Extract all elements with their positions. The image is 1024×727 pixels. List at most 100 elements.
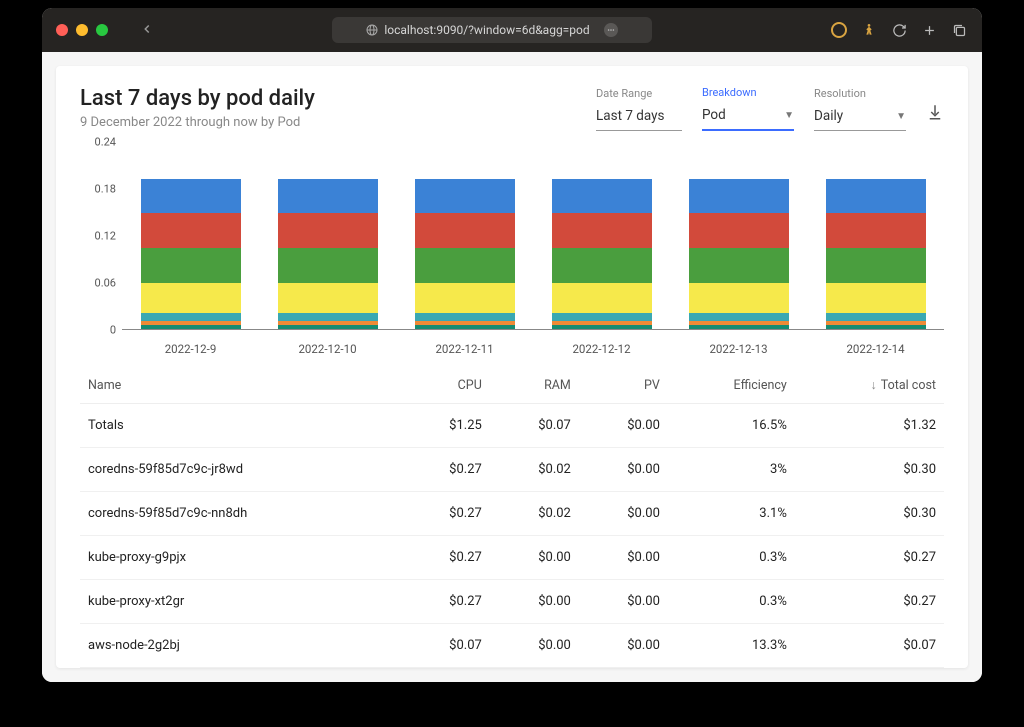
cost-chart: 00.060.120.180.24 (80, 153, 944, 330)
cell-total: $0.27 (795, 536, 944, 580)
bar-slot (679, 165, 798, 329)
bar-segment (689, 313, 789, 321)
y-tick: 0.06 (95, 277, 116, 290)
table-row[interactable]: coredns-59f85d7c9c-jr8wd$0.27$0.02$0.003… (80, 448, 944, 492)
cell-name: Totals (80, 404, 401, 448)
download-button[interactable] (926, 103, 944, 131)
y-axis: 00.060.120.180.24 (80, 153, 122, 330)
table-row[interactable]: Totals$1.25$0.07$0.0016.5%$1.32 (80, 404, 944, 448)
cell-name: kube-proxy-xt2gr (80, 580, 401, 624)
reader-icon[interactable] (604, 23, 618, 37)
close-window-button[interactable] (56, 24, 68, 36)
y-tick: 0.24 (95, 136, 116, 149)
extension-coin-icon[interactable] (830, 21, 848, 39)
bar-slot (268, 165, 387, 329)
bar-segment (689, 213, 789, 249)
url-bar[interactable]: localhost:9090/?window=6d&agg=pod (332, 17, 652, 43)
bar-segment (689, 325, 789, 329)
x-tick-label: 2022-12-14 (816, 342, 935, 356)
bar-segment (415, 213, 515, 249)
cell-cpu: $0.27 (401, 448, 490, 492)
bar-segment (141, 283, 241, 313)
x-tick-label: 2022-12-12 (542, 342, 661, 356)
resolution-select[interactable]: Resolution Daily▼ (814, 87, 906, 131)
minimize-window-button[interactable] (76, 24, 88, 36)
bar-segment (278, 325, 378, 329)
controls: Date Range Last 7 days Breakdown Pod▼ Re… (596, 86, 944, 131)
bar-segment (552, 313, 652, 321)
bar-segment (826, 283, 926, 313)
cell-cpu: $0.27 (401, 492, 490, 536)
bar-segment (278, 179, 378, 213)
cost-table: NameCPURAMPVEfficiency↓Total cost Totals… (80, 368, 944, 668)
cell-total: $0.07 (795, 624, 944, 668)
bar-slot (405, 165, 524, 329)
bar-segment (278, 283, 378, 313)
y-tick: 0 (110, 324, 116, 337)
bar-segment (689, 283, 789, 313)
column-header[interactable]: Efficiency (668, 368, 795, 404)
stacked-bar[interactable] (552, 179, 652, 329)
bar-slot (816, 165, 935, 329)
cell-eff: 0.3% (668, 580, 795, 624)
table-header-row: NameCPURAMPVEfficiency↓Total cost (80, 368, 944, 404)
bar-segment (826, 325, 926, 329)
cell-total: $0.27 (795, 580, 944, 624)
new-tab-icon[interactable] (920, 21, 938, 39)
table-row[interactable]: kube-proxy-xt2gr$0.27$0.00$0.000.3%$0.27 (80, 580, 944, 624)
breakdown-select[interactable]: Breakdown Pod▼ (702, 86, 794, 131)
stacked-bar[interactable] (689, 179, 789, 329)
column-header[interactable]: Name (80, 368, 401, 404)
maximize-window-button[interactable] (96, 24, 108, 36)
page-content: Last 7 days by pod daily 9 December 2022… (42, 52, 982, 682)
table-row[interactable]: coredns-59f85d7c9c-nn8dh$0.27$0.02$0.003… (80, 492, 944, 536)
bar-segment (415, 325, 515, 329)
cell-ram: $0.07 (490, 404, 579, 448)
back-button[interactable] (140, 21, 154, 40)
y-tick: 0.12 (95, 230, 116, 243)
reload-icon[interactable] (890, 21, 908, 39)
stacked-bar[interactable] (415, 179, 515, 329)
panel-header: Last 7 days by pod daily 9 December 2022… (80, 86, 944, 131)
stacked-bar[interactable] (141, 179, 241, 329)
toolbar-right (830, 21, 968, 39)
tabs-overview-icon[interactable] (950, 21, 968, 39)
cell-cpu: $1.25 (401, 404, 490, 448)
cell-ram: $0.00 (490, 580, 579, 624)
cell-name: coredns-59f85d7c9c-jr8wd (80, 448, 401, 492)
bar-segment (826, 248, 926, 282)
column-header[interactable]: CPU (401, 368, 490, 404)
table-row[interactable]: aws-node-2g2bj$0.07$0.00$0.0013.3%$0.07 (80, 624, 944, 668)
cell-ram: $0.02 (490, 492, 579, 536)
cell-pv: $0.00 (579, 536, 668, 580)
cell-name: aws-node-2g2bj (80, 624, 401, 668)
cell-ram: $0.02 (490, 448, 579, 492)
extension-run-icon[interactable] (860, 21, 878, 39)
bar-segment (141, 313, 241, 321)
bar-segment (415, 313, 515, 321)
cell-name: kube-proxy-g9pjx (80, 536, 401, 580)
column-header[interactable]: RAM (490, 368, 579, 404)
bar-slot (542, 165, 661, 329)
stacked-bar[interactable] (278, 179, 378, 329)
column-header[interactable]: PV (579, 368, 668, 404)
resolution-label: Resolution (814, 87, 906, 100)
stacked-bar[interactable] (826, 179, 926, 329)
cell-total: $1.32 (795, 404, 944, 448)
bar-segment (826, 213, 926, 249)
cell-eff: 16.5% (668, 404, 795, 448)
bar-segment (689, 179, 789, 213)
browser-window: localhost:9090/?window=6d&agg=pod (42, 8, 982, 682)
cell-ram: $0.00 (490, 624, 579, 668)
table-row[interactable]: kube-proxy-g9pjx$0.27$0.00$0.000.3%$0.27 (80, 536, 944, 580)
x-axis-labels: 2022-12-92022-12-102022-12-112022-12-122… (80, 336, 944, 356)
bar-segment (141, 179, 241, 213)
date-range-label: Date Range (596, 87, 682, 100)
cell-eff: 0.3% (668, 536, 795, 580)
bar-segment (826, 179, 926, 213)
breakdown-label: Breakdown (702, 86, 794, 99)
column-header[interactable]: ↓Total cost (795, 368, 944, 404)
date-range-select[interactable]: Date Range Last 7 days (596, 87, 682, 131)
cell-cpu: $0.27 (401, 536, 490, 580)
page-subtitle: 9 December 2022 through now by Pod (80, 115, 315, 130)
